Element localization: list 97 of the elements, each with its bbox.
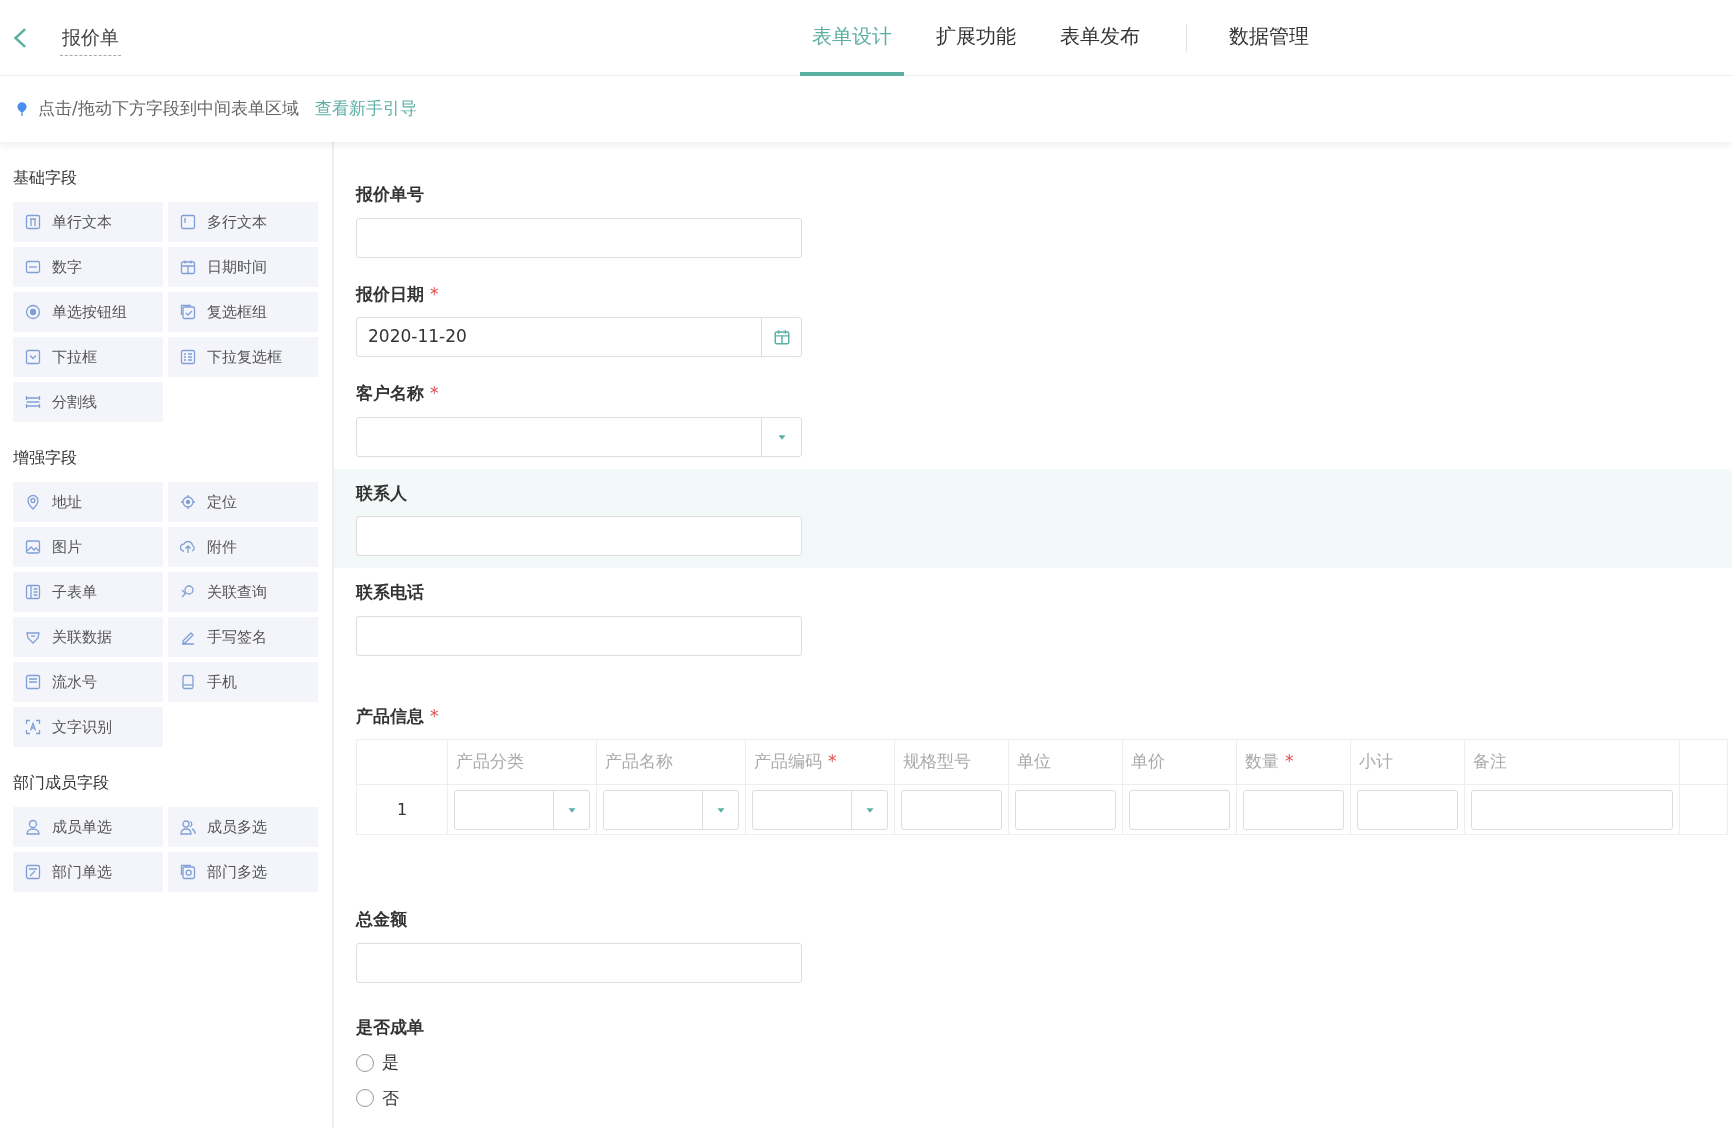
text-input[interactable] — [1243, 789, 1344, 830]
text-input[interactable] — [901, 789, 1002, 830]
tab[interactable]: 数据管理 — [1217, 0, 1321, 76]
required-mark: * — [828, 751, 837, 772]
select-input[interactable] — [454, 789, 590, 830]
column-header: 产品分类 — [456, 751, 524, 772]
field-label: 总金额 — [356, 908, 408, 931]
departments-icon — [180, 864, 196, 880]
group-title: 基础字段 — [13, 167, 78, 189]
phone-icon — [180, 674, 196, 690]
text-input[interactable] — [356, 615, 802, 656]
field-item[interactable]: 日期时间 — [168, 247, 318, 287]
text-input[interactable] — [1129, 789, 1230, 830]
column-header: 产品名称 — [605, 751, 673, 772]
column-header: 备注 — [1473, 751, 1507, 772]
field-item[interactable]: 文字识别 — [13, 707, 163, 747]
field-item[interactable]: 关联查询 — [168, 572, 318, 612]
field-item[interactable]: 复选框组 — [168, 292, 318, 332]
field-item[interactable]: 定位 — [168, 482, 318, 522]
field-item[interactable]: 部门单选 — [13, 852, 163, 892]
field-item[interactable]: 下拉复选框 — [168, 337, 318, 377]
field-label: 客户名称 * — [356, 382, 440, 405]
radio-option[interactable]: 是 — [356, 1050, 1710, 1076]
dropdown-icon — [25, 349, 41, 365]
divider-icon — [25, 394, 41, 410]
subform-icon — [25, 584, 41, 600]
field-item[interactable]: 流水号 — [13, 662, 163, 702]
crosshair-icon — [180, 494, 196, 510]
field-item[interactable]: 手写签名 — [168, 617, 318, 657]
text-input[interactable] — [356, 942, 802, 983]
row-number: 1 — [396, 799, 408, 819]
column-header: 规格型号 — [903, 751, 971, 772]
required-mark: * — [430, 705, 439, 726]
text-input[interactable] — [1357, 789, 1458, 830]
column-header: 产品编码 — [754, 751, 822, 772]
select-input[interactable] — [752, 789, 888, 830]
field-label: 报价日期 * — [356, 282, 440, 306]
required-mark: * — [1285, 751, 1294, 772]
radio-option[interactable]: 否 — [356, 1085, 1710, 1111]
select-input[interactable] — [603, 789, 739, 830]
field-item[interactable]: 数字 — [13, 247, 163, 287]
user-icon — [25, 819, 41, 835]
group-title: 部门成员字段 — [13, 772, 110, 794]
text-input[interactable] — [356, 217, 802, 258]
required-mark: * — [430, 383, 439, 403]
column-header: 数量 — [1245, 751, 1279, 772]
link-data-icon — [25, 629, 41, 645]
field-item[interactable]: 附件 — [168, 527, 318, 567]
calendar-icon — [180, 259, 196, 275]
field-item[interactable]: 手机 — [168, 662, 318, 702]
hint-text: 点击/拖动下方字段到中间表单区域 — [38, 97, 299, 121]
field-item[interactable]: 子表单 — [13, 572, 163, 612]
field-item[interactable]: 图片 — [13, 527, 163, 567]
field-label: 产品信息 * — [356, 704, 440, 728]
field-item[interactable]: 成员单选 — [13, 807, 163, 847]
field-item[interactable]: 多行文本 — [168, 202, 318, 242]
field-label: 报价单号 — [356, 183, 425, 206]
column-header: 小计 — [1359, 751, 1393, 772]
textarea-icon — [180, 214, 196, 230]
upload-icon — [180, 539, 196, 555]
tab[interactable]: 扩展功能 — [924, 0, 1028, 76]
field-label: 是否成单 — [356, 1015, 425, 1039]
map-pin-icon — [25, 494, 41, 510]
field-label: 联系人 — [356, 481, 408, 505]
users-icon — [180, 819, 196, 835]
list-icon — [180, 349, 196, 365]
serial-number-icon — [25, 674, 41, 690]
column-header: 单价 — [1131, 751, 1165, 772]
select-input[interactable] — [356, 416, 802, 457]
field-item[interactable]: 单行文本 — [13, 202, 163, 242]
tab[interactable]: 表单发布 — [1048, 0, 1152, 76]
form-title: 报价单 — [60, 18, 121, 57]
radio-icon — [25, 304, 41, 320]
group-title: 增强字段 — [13, 447, 78, 469]
calendar-icon — [772, 328, 791, 346]
field-item[interactable]: 成员多选 — [168, 807, 318, 847]
field-item[interactable]: 部门多选 — [168, 852, 318, 892]
light-bulb-icon — [14, 100, 30, 118]
text-input[interactable] — [1015, 789, 1116, 830]
text-input[interactable] — [1471, 789, 1673, 830]
field-item[interactable]: 地址 — [13, 482, 163, 522]
search-link-icon — [180, 584, 196, 600]
field-item[interactable]: 分割线 — [13, 382, 163, 422]
checkbox-icon — [180, 304, 196, 320]
number-icon — [25, 259, 41, 275]
image-icon — [25, 539, 41, 555]
text-input[interactable] — [356, 516, 802, 556]
required-mark: * — [430, 283, 439, 304]
field-label: 联系电话 — [356, 581, 425, 604]
column-header: 单位 — [1017, 751, 1051, 772]
field-item[interactable]: 下拉框 — [13, 337, 163, 377]
text-scan-icon — [25, 719, 41, 735]
department-icon — [25, 864, 41, 880]
date-input[interactable]: 2020-11-20 — [356, 317, 802, 357]
text-field-icon — [25, 214, 41, 230]
field-item[interactable]: 单选按钮组 — [13, 292, 163, 332]
field-item[interactable]: 关联数据 — [13, 617, 163, 657]
